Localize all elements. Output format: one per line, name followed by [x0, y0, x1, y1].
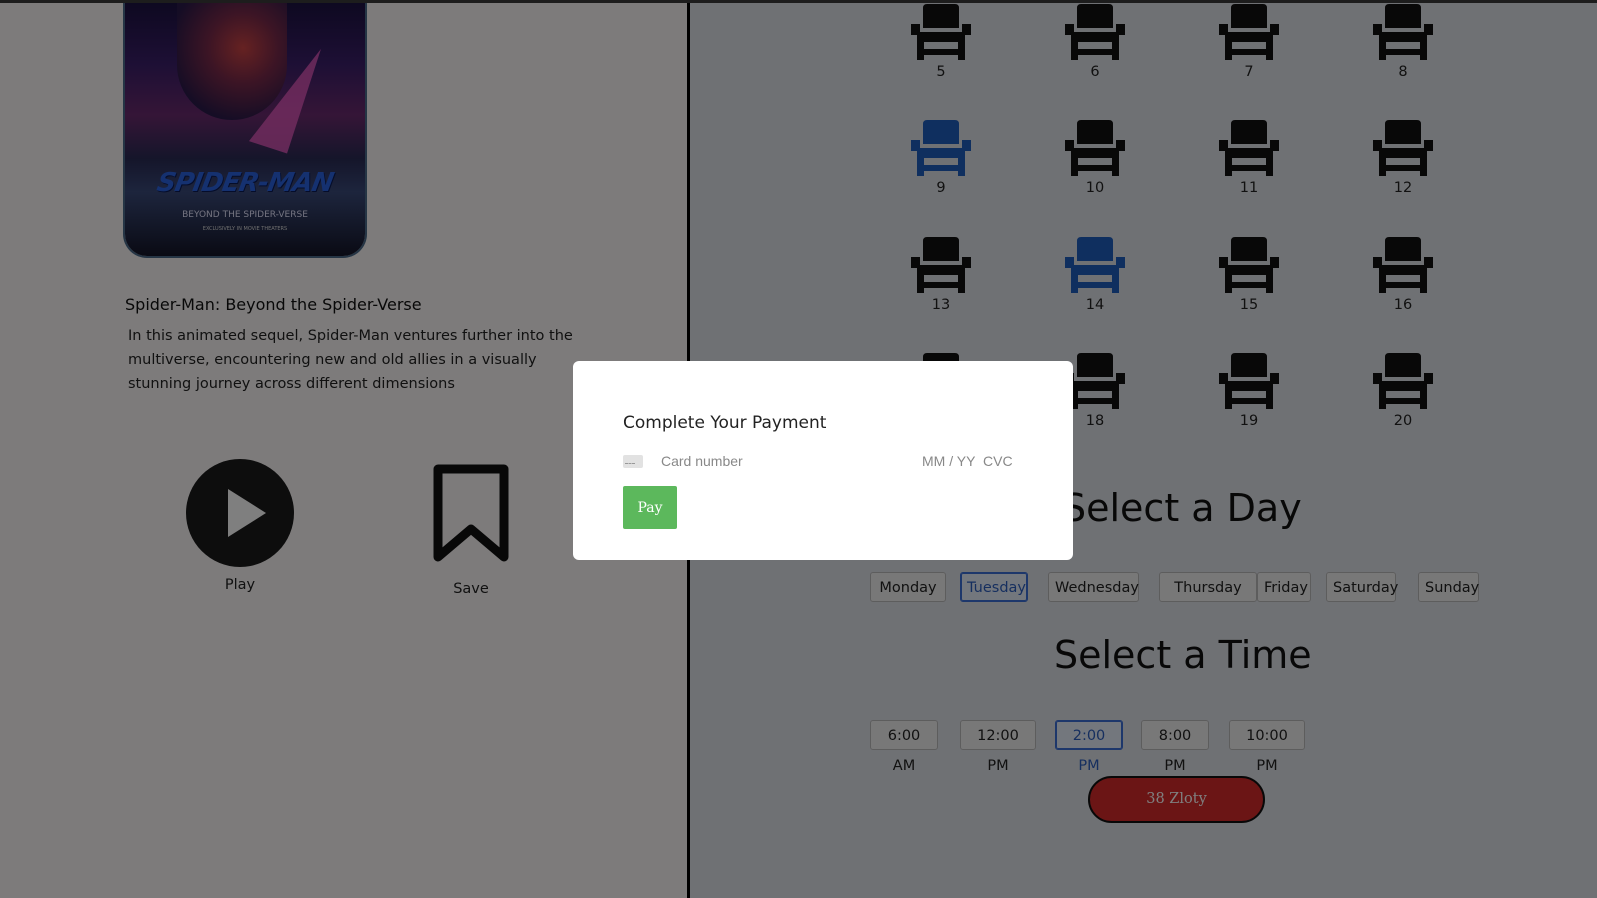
payment-modal-title: Complete Your Payment	[623, 413, 827, 433]
expiry-field[interactable]: MM / YY	[922, 453, 975, 469]
payment-modal: Complete Your Payment Card number MM / Y…	[573, 361, 1073, 560]
card-input-row[interactable]: Card number MM / YY CVC	[623, 451, 1015, 473]
credit-card-icon	[623, 455, 643, 468]
pay-button[interactable]: Pay	[623, 486, 677, 529]
card-number-field[interactable]: Card number	[661, 453, 743, 469]
cvc-field[interactable]: CVC	[983, 453, 1013, 469]
